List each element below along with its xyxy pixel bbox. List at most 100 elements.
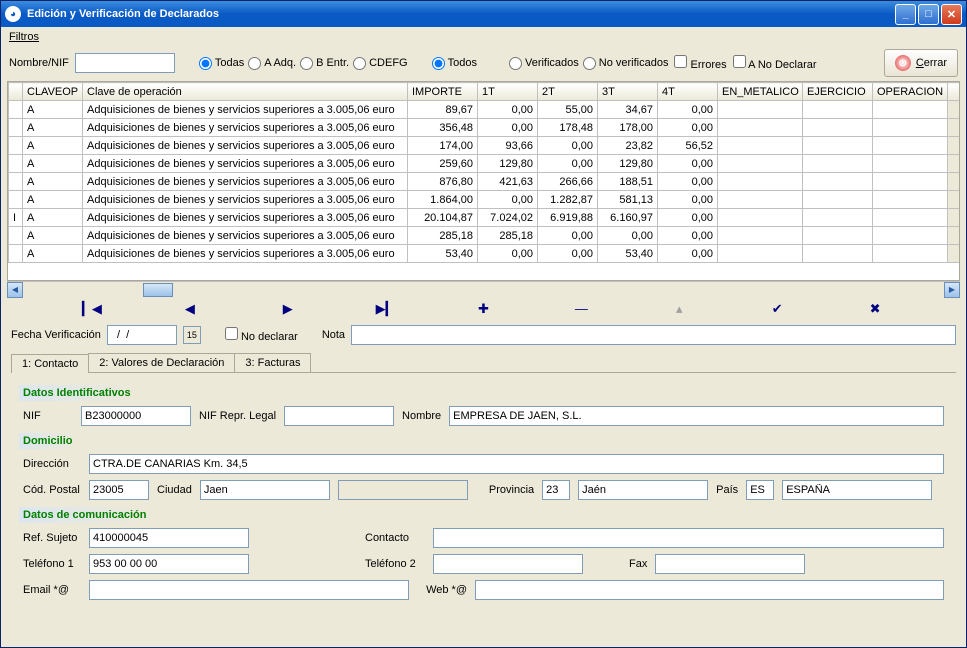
nombre-nif-input[interactable] [75,53,175,73]
nav-next-button[interactable]: ▶ [239,301,337,317]
tab-facturas[interactable]: 3: Facturas [234,353,311,372]
table-row[interactable]: AAdquisiciones de bienes y servicios sup… [9,137,960,155]
table-row[interactable]: IAAdquisiciones de bienes y servicios su… [9,209,960,227]
radio-aadq[interactable]: A Adq. [248,57,296,70]
section-comunicacion: Datos de comunicación [23,503,944,525]
col-2t[interactable]: 2T [538,83,598,101]
tel2-input[interactable] [433,554,583,574]
col-ejercicio[interactable]: EJERCICIO [803,83,873,101]
col-selector[interactable] [9,83,23,101]
table-row[interactable]: AAdquisiciones de bienes y servicios sup… [9,155,960,173]
radio-noverificados[interactable]: No verificados [583,57,669,70]
tab-bar: 1: Contacto 2: Valores de Declaración 3:… [11,353,956,372]
refsujeto-input[interactable] [89,528,249,548]
nav-confirm-button[interactable]: ✔ [728,301,826,317]
filtros-link[interactable]: Filtros [3,29,964,45]
contacto-label: Contacto [365,532,425,544]
section-domicilio: Domicilio [23,429,944,451]
nav-add-button[interactable]: ✚ [435,301,533,317]
table-row[interactable]: AAdquisiciones de bienes y servicios sup… [9,245,960,263]
col-claveop[interactable]: CLAVEOP [23,83,83,101]
minimize-button[interactable]: _ [895,4,916,25]
content-area: Filtros Nombre/NIF Todas A Adq. B Entr. … [1,27,966,647]
table-row[interactable]: AAdquisiciones de bienes y servicios sup… [9,173,960,191]
nav-first-button[interactable]: ▎◀ [43,301,141,317]
cp-input[interactable] [89,480,149,500]
pais-label: País [716,484,738,496]
radio-todas[interactable]: Todas [199,57,244,70]
close-window-button[interactable]: ✕ [941,4,962,25]
nav-delete-button[interactable]: — [532,301,630,317]
nav-prev-button[interactable]: ◀ [141,301,239,317]
filter-bar: Nombre/NIF Todas A Adq. B Entr. CDEFG To… [3,45,964,81]
horizontal-scrollbar[interactable]: ◀ ▶ [7,281,960,297]
app-icon: ◕ [5,6,21,22]
provincia-label: Provincia [489,484,534,496]
direccion-label: Dirección [23,458,81,470]
nifrepr-input[interactable] [284,406,394,426]
ciudad-input[interactable] [200,480,330,500]
fecha-verif-input[interactable] [107,325,177,345]
provincia-select[interactable]: Jaén [578,480,708,500]
maximize-button[interactable]: □ [918,4,939,25]
data-grid[interactable]: CLAVEOP Clave de operación IMPORTE 1T 2T… [7,81,960,281]
scroll-thumb[interactable] [143,283,173,297]
cerrar-label: errar [924,57,947,69]
col-1t[interactable]: 1T [478,83,538,101]
col-3t[interactable]: 3T [598,83,658,101]
scroll-right-icon[interactable]: ▶ [944,282,960,298]
tel1-label: Teléfono 1 [23,558,81,570]
refsujeto-label: Ref. Sujeto [23,532,81,544]
col-metalico[interactable]: EN_METALICO [718,83,803,101]
nombre-label: Nombre [402,410,441,422]
nif-input[interactable] [81,406,191,426]
table-row[interactable]: AAdquisiciones de bienes y servicios sup… [9,101,960,119]
nav-cancel-button[interactable]: ✖ [826,301,924,317]
tel2-label: Teléfono 2 [365,558,425,570]
radio-bentr[interactable]: B Entr. [300,57,349,70]
titlebar: ◕ Edición y Verificación de Declarados _… [1,1,966,27]
col-clave[interactable]: Clave de operación [83,83,408,101]
table-row[interactable]: AAdquisiciones de bienes y servicios sup… [9,119,960,137]
web-input[interactable] [475,580,944,600]
section-datos-ident: Datos Identificativos [23,381,944,403]
email-input[interactable] [89,580,409,600]
nombre-input[interactable] [449,406,944,426]
table-row[interactable]: AAdquisiciones de bienes y servicios sup… [9,227,960,245]
nav-edit-button[interactable]: ▴ [630,301,728,317]
direccion-input[interactable] [89,454,944,474]
pais-select[interactable]: ESPAÑA [782,480,932,500]
chk-errores[interactable]: Errores [674,55,726,71]
verification-row: Fecha Verificación 15 No declarar Nota [3,321,964,349]
calendar-icon[interactable]: 15 [183,326,201,344]
tab-valores[interactable]: 2: Valores de Declaración [88,353,235,372]
nombre-nif-label: Nombre/NIF [9,57,69,69]
radio-todos[interactable]: Todos [432,57,477,70]
cp-label: Cód. Postal [23,484,81,496]
col-importe[interactable]: IMPORTE [408,83,478,101]
tab-contacto[interactable]: 1: Contacto [11,354,89,373]
scroll-left-icon[interactable]: ◀ [7,282,23,298]
grid-header-row: CLAVEOP Clave de operación IMPORTE 1T 2T… [9,83,960,101]
pais-code-input[interactable] [746,480,774,500]
nota-input[interactable] [351,325,956,345]
col-4t[interactable]: 4T [658,83,718,101]
vscroll-head [948,83,960,101]
chk-nodeclarar[interactable]: No declarar [225,327,298,343]
radio-cdefg[interactable]: CDEFG [353,57,408,70]
cerrar-button[interactable]: ⏻ Cerrar [884,49,958,77]
filter-radio-group-2: Todos Verificados No verificados [432,57,669,70]
radio-verificados[interactable]: Verificados [509,57,579,70]
power-icon: ⏻ [895,55,911,71]
fax-input[interactable] [655,554,805,574]
tel1-input[interactable] [89,554,249,574]
col-operacion[interactable]: OPERACION [873,83,948,101]
provincia-code-input[interactable] [542,480,570,500]
nav-last-button[interactable]: ▶▎ [337,301,435,317]
table-row[interactable]: AAdquisiciones de bienes y servicios sup… [9,191,960,209]
nif-label: NIF [23,410,73,422]
window-title: Edición y Verificación de Declarados [27,8,895,20]
chk-anodeclarar[interactable]: A No Declarar [733,55,817,71]
contacto-input[interactable] [433,528,944,548]
ciudad-aux-input [338,480,468,500]
